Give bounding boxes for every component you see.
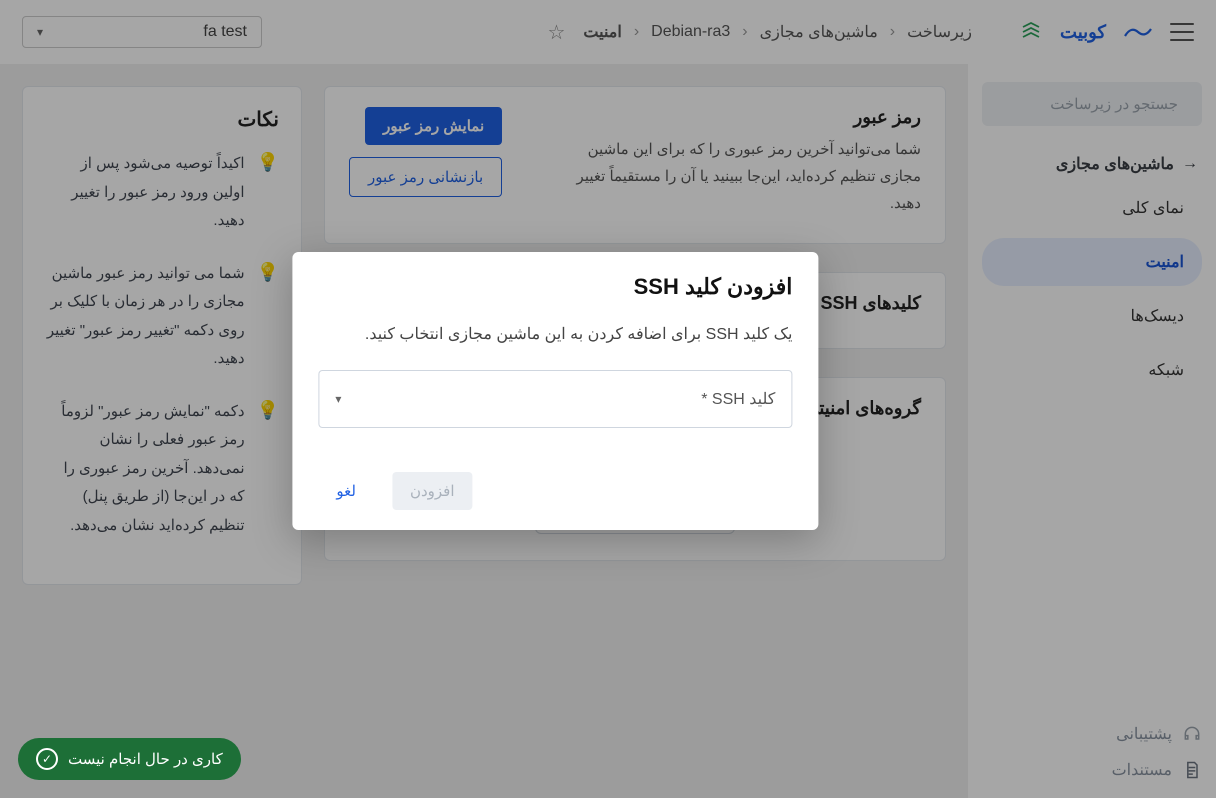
status-pill[interactable]: کاری در حال انجام نیست ✓ xyxy=(18,738,241,780)
ssh-key-select[interactable]: کلید SSH * ▾ xyxy=(318,370,792,428)
add-ssh-key-modal: افزودن کلید SSH یک کلید SSH برای اضافه ک… xyxy=(292,252,818,530)
check-circle-icon: ✓ xyxy=(36,748,58,770)
modal-submit-button: افزودن xyxy=(392,472,473,510)
select-label: کلید SSH * xyxy=(701,389,775,409)
caret-down-icon: ▾ xyxy=(335,392,341,406)
modal-cancel-button[interactable]: لغو xyxy=(318,472,374,510)
status-text: کاری در حال انجام نیست xyxy=(68,750,223,768)
modal-title: افزودن کلید SSH xyxy=(318,274,792,300)
modal-description: یک کلید SSH برای اضافه کردن به این ماشین… xyxy=(318,324,792,344)
